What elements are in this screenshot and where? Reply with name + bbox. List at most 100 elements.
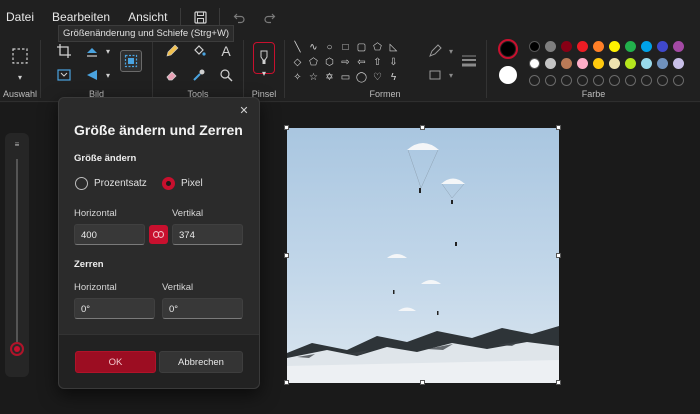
primary-color-swatch — [501, 42, 515, 56]
color-swatch[interactable] — [641, 41, 652, 52]
skew-horizontal-input[interactable]: 0° — [74, 298, 155, 319]
color-swatch[interactable] — [641, 58, 652, 69]
chevron-down-icon[interactable]: ▾ — [442, 42, 460, 60]
color-swatch[interactable] — [673, 58, 684, 69]
redo-icon[interactable] — [254, 5, 284, 29]
resize-handle[interactable] — [284, 380, 289, 385]
zoom-slider[interactable]: ≡ — [5, 133, 29, 377]
heart-shape-icon[interactable]: ♡ — [370, 70, 385, 84]
polygon-shape-icon[interactable]: ⬠ — [370, 40, 385, 54]
custom-color-slot[interactable] — [529, 75, 540, 86]
fill-icon[interactable] — [190, 42, 208, 60]
color-swatch[interactable] — [609, 58, 620, 69]
color-swatch[interactable] — [561, 41, 572, 52]
custom-color-slot[interactable] — [641, 75, 652, 86]
color-swatch[interactable] — [625, 41, 636, 52]
close-icon[interactable]: ✕ — [237, 104, 251, 118]
resize-handle[interactable] — [284, 253, 289, 258]
crop-icon[interactable] — [55, 42, 73, 60]
resize-handle[interactable] — [284, 125, 289, 130]
radio-percent-label: Prozentsatz — [94, 178, 147, 189]
color-swatch[interactable] — [561, 58, 572, 69]
custom-color-slot[interactable] — [577, 75, 588, 86]
menu-separator — [180, 8, 182, 26]
color-swatch[interactable] — [545, 41, 556, 52]
ribbon: ▾ Auswahl ▾ ▾ Bild A Tools ▾ Pinsel Form… — [0, 34, 700, 102]
skew-horizontal-label: Horizontal — [74, 282, 117, 293]
resize-handle[interactable] — [420, 125, 425, 130]
color-swatch[interactable] — [529, 41, 540, 52]
custom-color-slot[interactable] — [673, 75, 684, 86]
horizontal-input[interactable]: 400 — [74, 224, 145, 245]
cancel-button[interactable]: Abbrechen — [159, 351, 243, 373]
arrow-right-shape-icon[interactable]: ⇨ — [338, 55, 353, 69]
custom-color-slot[interactable] — [593, 75, 604, 86]
selection-icon[interactable] — [10, 46, 30, 66]
primary-color-selector[interactable] — [498, 39, 518, 59]
oval-shape-icon[interactable]: ○ — [322, 40, 337, 54]
eraser-icon[interactable] — [163, 66, 181, 84]
pentagon-shape-icon[interactable]: ⬠ — [306, 55, 321, 69]
custom-color-slot[interactable] — [545, 75, 556, 86]
color-swatch[interactable] — [657, 41, 668, 52]
resize-handle[interactable] — [556, 253, 561, 258]
callout-rect-shape-icon[interactable]: ▭ — [338, 70, 353, 84]
custom-color-slot[interactable] — [609, 75, 620, 86]
arrow-down-shape-icon[interactable]: ⇩ — [386, 55, 401, 69]
menu-edit[interactable]: Bearbeiten — [43, 10, 119, 24]
resize-icon[interactable] — [55, 66, 73, 84]
chevron-down-icon[interactable]: ▾ — [442, 66, 460, 84]
chevron-down-icon[interactable]: ▾ — [99, 42, 117, 60]
triangle-shape-icon[interactable]: ◺ — [386, 40, 401, 54]
pencil-icon[interactable] — [163, 42, 181, 60]
custom-color-slot[interactable] — [625, 75, 636, 86]
callout-oval-shape-icon[interactable]: ◯ — [354, 70, 369, 84]
star4-shape-icon[interactable]: ✧ — [290, 70, 305, 84]
vertical-input[interactable]: 374 — [172, 224, 243, 245]
lightning-shape-icon[interactable]: ϟ — [386, 70, 401, 84]
diamond-shape-icon[interactable]: ◇ — [290, 55, 305, 69]
secondary-color-swatch[interactable] — [499, 66, 517, 84]
arrow-up-shape-icon[interactable]: ⇧ — [370, 55, 385, 69]
chevron-down-icon[interactable]: ▾ — [255, 64, 273, 82]
line-shape-icon[interactable]: ╲ — [290, 40, 305, 54]
color-swatch[interactable] — [577, 41, 588, 52]
color-swatch[interactable] — [625, 58, 636, 69]
color-swatch[interactable] — [593, 41, 604, 52]
hexagon-shape-icon[interactable]: ⬡ — [322, 55, 337, 69]
stroke-size-icon[interactable] — [460, 52, 478, 70]
resize-handle[interactable] — [420, 380, 425, 385]
color-swatch[interactable] — [593, 58, 604, 69]
custom-color-slot[interactable] — [657, 75, 668, 86]
arrow-left-shape-icon[interactable]: ⇦ — [354, 55, 369, 69]
ok-button[interactable]: OK — [75, 351, 156, 373]
rounded-rectangle-shape-icon[interactable]: ▢ — [354, 40, 369, 54]
image-resize-button[interactable] — [120, 50, 142, 72]
color-swatch[interactable] — [577, 58, 588, 69]
menu-file[interactable]: Datei — [0, 10, 43, 24]
resize-handle[interactable] — [556, 125, 561, 130]
radio-percent[interactable]: Prozentsatz — [75, 177, 147, 190]
star6-shape-icon[interactable]: ✡ — [322, 70, 337, 84]
color-swatch[interactable] — [545, 58, 556, 69]
color-picker-icon[interactable] — [190, 66, 208, 84]
magnifier-icon[interactable] — [217, 66, 235, 84]
custom-color-slot[interactable] — [561, 75, 572, 86]
color-swatch[interactable] — [609, 41, 620, 52]
color-swatch[interactable] — [673, 41, 684, 52]
rectangle-shape-icon[interactable]: □ — [338, 40, 353, 54]
color-swatch[interactable] — [657, 58, 668, 69]
chevron-down-icon[interactable]: ▾ — [11, 68, 29, 86]
star5-shape-icon[interactable]: ☆ — [306, 70, 321, 84]
curve-shape-icon[interactable]: ∿ — [306, 40, 321, 54]
color-swatch[interactable] — [529, 58, 540, 69]
canvas-image[interactable] — [287, 128, 559, 383]
text-icon[interactable]: A — [217, 42, 235, 60]
chevron-down-icon[interactable]: ▾ — [99, 66, 117, 84]
resize-handle[interactable] — [556, 380, 561, 385]
lock-aspect-ratio-button[interactable] — [149, 225, 168, 244]
menu-view[interactable]: Ansicht — [119, 10, 176, 24]
skew-vertical-input[interactable]: 0° — [162, 298, 243, 319]
zoom-slider-thumb[interactable] — [10, 342, 24, 357]
radio-pixel[interactable]: Pixel — [162, 177, 203, 190]
